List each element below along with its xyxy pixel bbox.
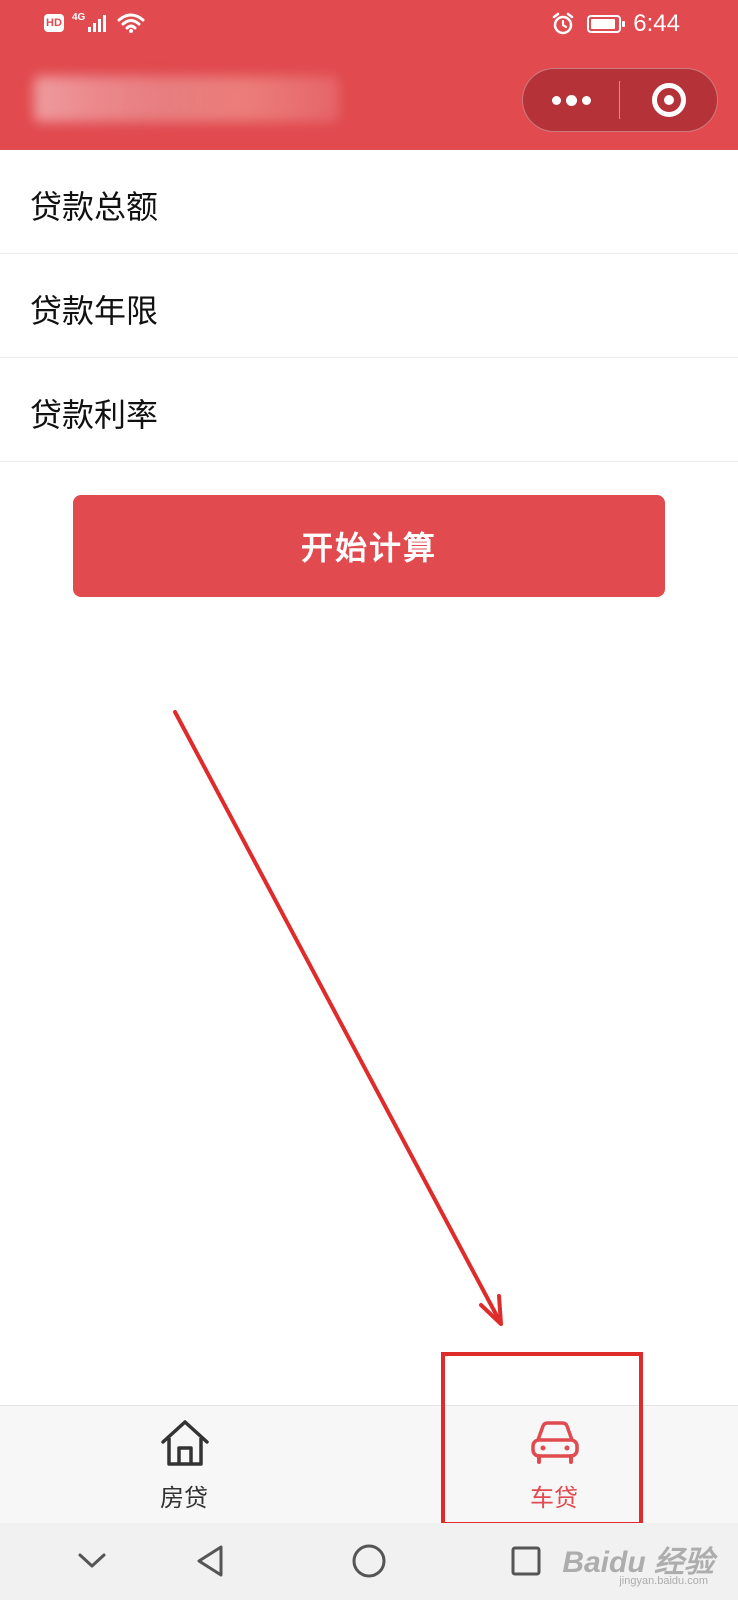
network-type: 4G <box>72 11 86 23</box>
loan-term-row[interactable]: 贷款年限 <box>0 254 738 358</box>
loan-rate-label: 贷款利率 <box>30 396 159 434</box>
more-dots-icon[interactable] <box>523 69 619 131</box>
recents-square-icon <box>511 1546 541 1576</box>
nav-home-button[interactable] <box>345 1537 393 1585</box>
status-bar: HD 4G 6:44 <box>0 0 738 50</box>
house-icon <box>161 1420 209 1466</box>
tab-house-loan[interactable]: 房贷 <box>84 1406 284 1524</box>
tab-house-loan-label: 房贷 <box>160 1484 208 1512</box>
battery-icon <box>587 15 626 33</box>
home-circle-icon <box>352 1544 386 1578</box>
back-triangle-icon <box>197 1545 223 1577</box>
annotation-highlight-box <box>441 1352 643 1526</box>
nav-recents-button[interactable] <box>502 1537 550 1585</box>
loan-amount-row[interactable]: 贷款总额 <box>0 150 738 254</box>
nav-hide-button[interactable] <box>68 1537 116 1585</box>
signal-icon <box>88 15 107 32</box>
target-close-icon <box>651 83 686 117</box>
chevron-down-icon <box>78 1553 106 1568</box>
close-miniprogram-button[interactable] <box>620 69 717 131</box>
loan-rate-row[interactable]: 贷款利率 <box>0 358 738 462</box>
page-title-blurred <box>34 76 339 122</box>
hd-badge: HD <box>44 14 64 32</box>
baidu-watermark-url: jingyan.baidu.com <box>619 1575 708 1587</box>
wifi-icon <box>117 13 145 33</box>
app-header: HD 4G 6:44 <box>0 0 738 150</box>
clock: 6:44 <box>633 10 680 37</box>
loan-amount-label: 贷款总额 <box>30 188 159 226</box>
status-left: HD 4G <box>44 12 145 34</box>
nav-back-button[interactable] <box>186 1537 234 1585</box>
miniprogram-capsule <box>522 68 718 132</box>
status-right: 6:44 <box>551 10 680 38</box>
start-calculate-button[interactable]: 开始计算 <box>73 495 665 597</box>
loan-term-label: 贷款年限 <box>30 292 159 330</box>
alarm-icon <box>553 12 574 35</box>
